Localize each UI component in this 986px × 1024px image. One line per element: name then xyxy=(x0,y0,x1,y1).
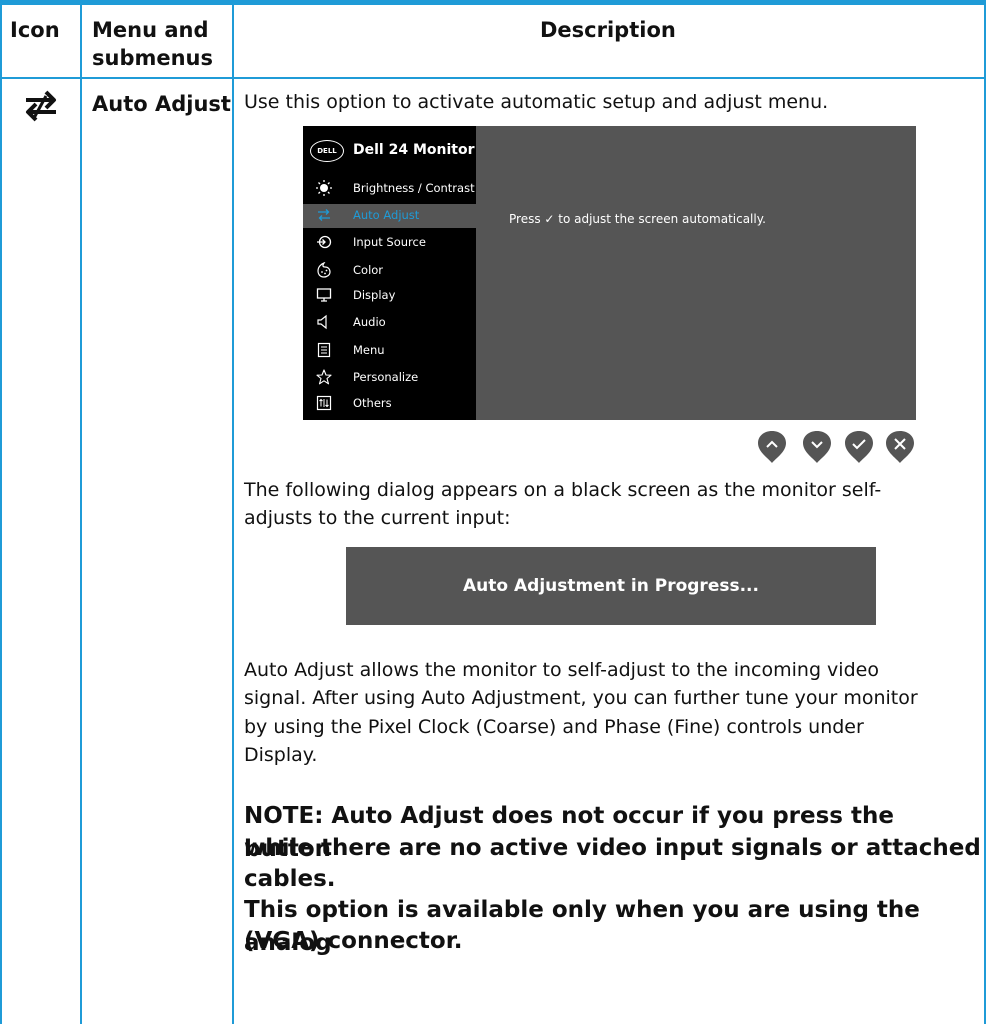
check-button-icon[interactable] xyxy=(843,430,875,464)
down-button-icon[interactable] xyxy=(801,430,833,464)
osd-item-color[interactable]: Color xyxy=(303,259,476,283)
para-line4: Display. xyxy=(244,744,318,766)
dialog-intro-line1: The following dialog appears on a black … xyxy=(244,479,882,501)
osd-item-label: Others xyxy=(353,396,392,410)
close-button-icon[interactable] xyxy=(884,430,916,464)
up-button-icon[interactable] xyxy=(756,430,788,464)
osd-item-label: Menu xyxy=(353,343,385,357)
osd-item-menu[interactable]: Menu xyxy=(303,339,476,363)
osd-sidebar: DELL Dell 24 Monitor Brightness / Contra… xyxy=(303,126,476,420)
osd-item-auto-adjust[interactable]: Auto Adjust xyxy=(303,204,476,228)
header-menu-line2: submenus xyxy=(92,46,214,70)
osd-title: Dell 24 Monitor xyxy=(353,142,475,158)
header-description: Description xyxy=(540,18,676,42)
menu-icon xyxy=(317,342,331,358)
audio-icon xyxy=(317,314,327,330)
auto-adjust-icon xyxy=(318,209,330,221)
dialog-intro-line2: adjusts to the current input: xyxy=(244,507,511,529)
header-icon: Icon xyxy=(10,18,60,42)
header-divider xyxy=(0,77,986,79)
dell-logo: DELL xyxy=(310,140,344,162)
table-top-border xyxy=(0,0,986,5)
header-menu-line1: Menu and xyxy=(92,18,209,42)
note-line2: while there are no active video input si… xyxy=(244,835,981,861)
intro-text: Use this option to activate automatic se… xyxy=(244,91,829,113)
column-divider xyxy=(232,5,234,1024)
brightness-icon xyxy=(316,180,332,196)
osd-item-personalize[interactable]: Personalize xyxy=(303,366,476,390)
osd-item-label: Input Source xyxy=(353,235,426,249)
color-icon xyxy=(317,262,331,278)
osd-message: Press ✓ to adjust the screen automatical… xyxy=(509,212,766,226)
table-left-border xyxy=(0,5,2,1024)
osd-item-audio[interactable]: Audio xyxy=(303,311,476,335)
document-table: Icon Menu and submenus Description Auto … xyxy=(0,0,986,1024)
note-line3: cables. xyxy=(244,866,336,892)
others-icon xyxy=(316,395,332,411)
osd-screenshot: DELL Dell 24 Monitor Brightness / Contra… xyxy=(303,126,916,420)
para-line1: Auto Adjust allows the monitor to self-a… xyxy=(244,659,879,681)
osd-item-label: Audio xyxy=(353,315,386,329)
input-source-icon xyxy=(317,235,332,249)
display-icon xyxy=(316,288,332,302)
osd-item-display[interactable]: Display xyxy=(303,284,476,308)
auto-adjust-icon xyxy=(26,90,56,122)
osd-item-input-source[interactable]: Input Source xyxy=(303,231,476,255)
osd-item-label: Brightness / Contrast xyxy=(353,181,475,195)
osd-item-others[interactable]: Others xyxy=(303,392,476,416)
osd-item-brightness-contrast[interactable]: Brightness / Contrast xyxy=(303,177,476,201)
osd-item-label: Display xyxy=(353,288,396,302)
osd-item-label: Color xyxy=(353,263,384,277)
note-line5: (VGA) connector. xyxy=(244,928,463,954)
osd-item-label: Auto Adjust xyxy=(353,208,420,222)
column-divider xyxy=(80,5,82,1024)
menu-label: Auto Adjust xyxy=(92,92,231,116)
para-line3: by using the Pixel Clock (Coarse) and Ph… xyxy=(244,716,864,738)
osd-item-label: Personalize xyxy=(353,370,419,384)
para-line2: signal. After using Auto Adjustment, you… xyxy=(244,687,918,709)
personalize-icon xyxy=(316,369,332,385)
auto-adjust-progress-dialog: Auto Adjustment in Progress... xyxy=(346,547,876,625)
